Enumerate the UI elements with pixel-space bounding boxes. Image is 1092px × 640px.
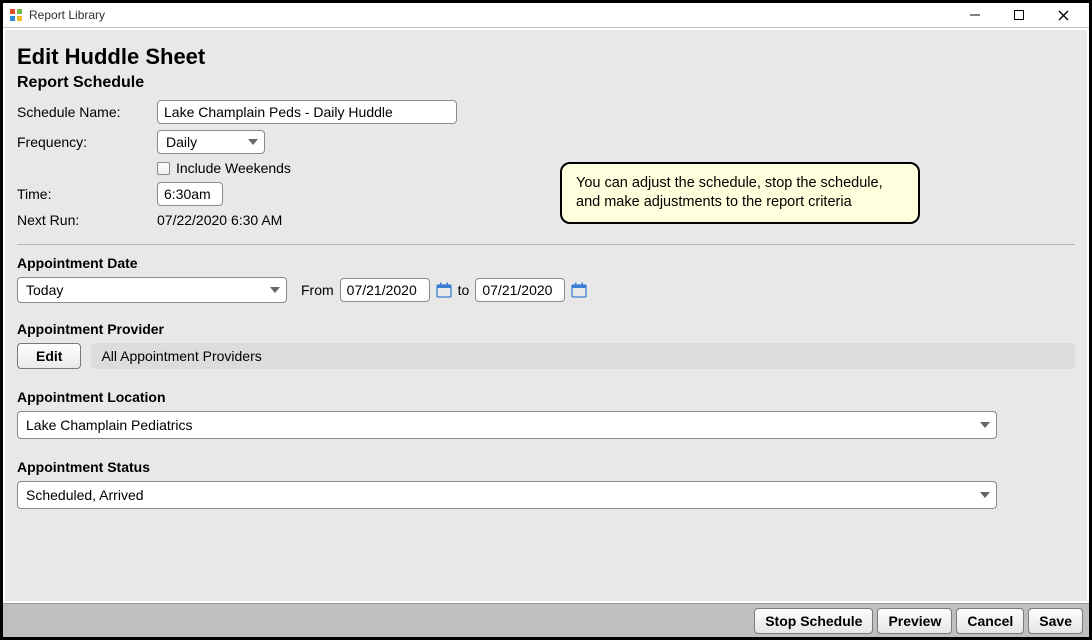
app-window: Report Library Edit Huddle Sheet Report … [0, 0, 1092, 640]
page-title: Edit Huddle Sheet [17, 44, 1075, 70]
titlebar: Report Library [3, 3, 1089, 28]
from-date-input[interactable] [340, 278, 430, 302]
save-button[interactable]: Save [1028, 608, 1083, 634]
help-callout: You can adjust the schedule, stop the sc… [560, 162, 920, 224]
appointment-provider-label: Appointment Provider [17, 321, 1075, 337]
chevron-down-icon [248, 139, 258, 145]
appointment-date-label: Appointment Date [17, 255, 1075, 271]
include-weekends-checkbox[interactable] [157, 162, 170, 175]
calendar-icon[interactable] [436, 282, 452, 298]
chevron-down-icon [980, 422, 990, 428]
time-input[interactable] [157, 182, 223, 206]
frequency-select[interactable]: Daily [157, 130, 265, 154]
preview-button[interactable]: Preview [877, 608, 952, 634]
calendar-icon[interactable] [571, 282, 587, 298]
appointment-status-value: Scheduled, Arrived [26, 487, 144, 503]
frequency-value: Daily [166, 134, 197, 150]
app-icon [9, 8, 23, 22]
appointment-location-value: Lake Champlain Pediatrics [26, 417, 193, 433]
appointment-provider-value: All Appointment Providers [91, 343, 1075, 369]
include-weekends-label: Include Weekends [176, 160, 291, 176]
to-label: to [458, 282, 470, 298]
chevron-down-icon [270, 287, 280, 293]
section-title: Report Schedule [17, 74, 1075, 92]
cancel-button[interactable]: Cancel [956, 608, 1024, 634]
from-label: From [301, 282, 334, 298]
edit-provider-button[interactable]: Edit [17, 343, 81, 369]
content-area: Edit Huddle Sheet Report Schedule Schedu… [4, 29, 1088, 602]
stop-schedule-button[interactable]: Stop Schedule [754, 608, 873, 634]
close-button[interactable] [1041, 3, 1085, 27]
frequency-label: Frequency: [17, 134, 157, 150]
next-run-label: Next Run: [17, 212, 157, 228]
schedule-name-input[interactable] [157, 100, 457, 124]
footer-bar: Stop Schedule Preview Cancel Save [3, 603, 1089, 637]
maximize-button[interactable] [997, 3, 1041, 27]
chevron-down-icon [980, 492, 990, 498]
schedule-name-label: Schedule Name: [17, 104, 157, 120]
window-title: Report Library [29, 8, 105, 22]
appointment-date-preset-select[interactable]: Today [17, 277, 287, 303]
time-label: Time: [17, 186, 157, 202]
divider [17, 244, 1075, 245]
appointment-date-preset-value: Today [26, 282, 63, 298]
appointment-location-label: Appointment Location [17, 389, 1075, 405]
to-date-input[interactable] [475, 278, 565, 302]
minimize-button[interactable] [953, 3, 997, 27]
appointment-status-label: Appointment Status [17, 459, 1075, 475]
next-run-value: 07/22/2020 6:30 AM [157, 212, 282, 228]
appointment-status-select[interactable]: Scheduled, Arrived [17, 481, 997, 509]
appointment-location-select[interactable]: Lake Champlain Pediatrics [17, 411, 997, 439]
